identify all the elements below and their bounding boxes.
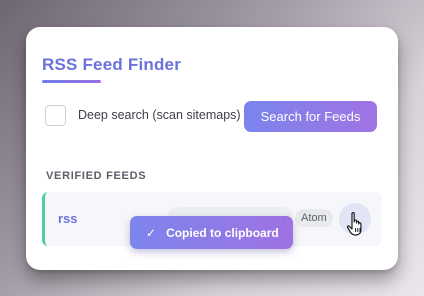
deep-search-label[interactable]: Deep search (scan sitemaps) xyxy=(78,108,241,122)
page-title: RSS Feed Finder xyxy=(42,55,182,74)
title-underline xyxy=(42,80,101,83)
hand-pointer-icon xyxy=(346,212,362,236)
deep-search-checkbox[interactable] xyxy=(45,105,66,126)
section-title-verified-feeds: VERIFIED FEEDS xyxy=(46,170,147,182)
feed-type-badge: Atom xyxy=(295,209,333,227)
feed-name[interactable]: rss xyxy=(58,211,78,226)
copied-toast: ✓ Copied to clipboard xyxy=(130,216,293,249)
search-for-feeds-button[interactable]: Search for Feeds xyxy=(244,101,377,132)
toast-message: Copied to clipboard xyxy=(166,225,279,240)
check-icon: ✓ xyxy=(146,225,157,240)
feed-finder-card: RSS Feed Finder Deep search (scan sitema… xyxy=(26,27,398,270)
